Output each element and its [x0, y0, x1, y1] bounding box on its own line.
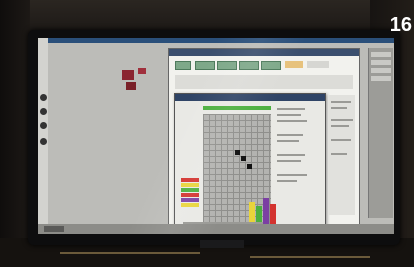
text-line [277, 114, 301, 116]
panel-item[interactable] [371, 68, 391, 73]
text-line [331, 139, 351, 141]
tool-icon[interactable] [40, 94, 47, 101]
ribbon-area [175, 75, 353, 89]
desk-cable [60, 252, 200, 254]
legend-bar [263, 198, 269, 224]
text-line [277, 180, 297, 182]
room-background-left [0, 0, 30, 267]
toolbar-button[interactable] [285, 61, 303, 68]
tool-icon[interactable] [40, 108, 47, 115]
color-swatch[interactable] [181, 198, 199, 202]
grid-marker [241, 156, 246, 161]
red-thumbnail [138, 68, 146, 74]
tool-icon[interactable] [40, 122, 47, 129]
dialog-title-bar [175, 94, 325, 101]
toolbar-button[interactable] [239, 61, 259, 70]
text-line [277, 120, 307, 122]
color-swatch[interactable] [181, 193, 199, 197]
text-line [277, 154, 305, 156]
window-title-bar [169, 49, 359, 56]
toolbar-button[interactable] [261, 61, 281, 70]
taskbar [38, 224, 394, 234]
monitor-stand [200, 240, 244, 248]
right-side-panel [368, 48, 393, 218]
text-line [331, 101, 351, 103]
red-thumbnail [122, 70, 134, 80]
text-line [331, 153, 347, 155]
text-line [331, 107, 347, 109]
panel-item[interactable] [371, 60, 391, 65]
color-swatch[interactable] [181, 188, 199, 192]
text-line [277, 174, 307, 176]
left-toolbar [38, 38, 48, 234]
text-line [277, 160, 301, 162]
text-line [277, 108, 305, 110]
grid-marker [235, 150, 240, 155]
legend-bar [249, 202, 255, 224]
toolbar-button[interactable] [175, 61, 191, 70]
dialog-window [174, 93, 326, 233]
legend-bar [270, 204, 276, 224]
color-swatch[interactable] [181, 203, 199, 207]
side-text-panel [329, 95, 355, 215]
header-strip [203, 106, 271, 110]
taskbar-icon[interactable] [44, 226, 64, 232]
toolbar-button[interactable] [195, 61, 215, 70]
tool-icon[interactable] [40, 138, 47, 145]
text-line [277, 134, 303, 136]
application-window [168, 48, 360, 234]
toolbar-button[interactable] [217, 61, 237, 70]
desk-cable [250, 256, 370, 258]
panel-item[interactable] [371, 76, 391, 81]
red-thumbnail [126, 82, 136, 90]
screen-title-bar [38, 38, 394, 43]
color-swatch[interactable] [181, 178, 199, 182]
text-line [331, 125, 349, 127]
text-line [277, 140, 299, 142]
slide-number: 16 [389, 14, 412, 36]
grid-marker [247, 164, 252, 169]
text-line [331, 119, 353, 121]
color-swatch[interactable] [181, 183, 199, 187]
panel-item[interactable] [371, 52, 391, 57]
monitor-screen [38, 38, 394, 234]
toolbar-field[interactable] [307, 61, 329, 68]
